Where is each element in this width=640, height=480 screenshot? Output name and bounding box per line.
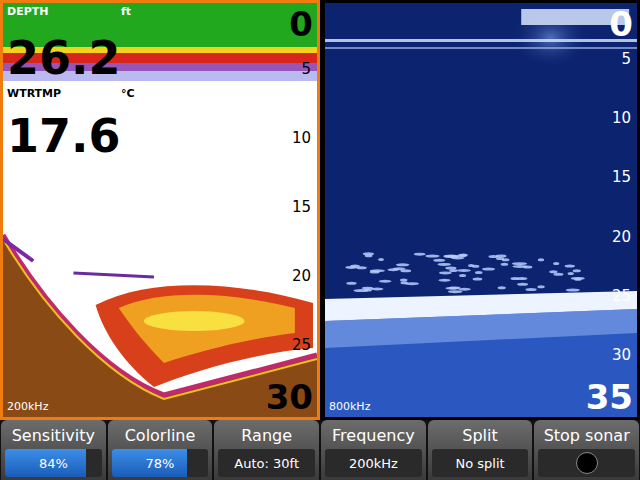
softkey-value: 84%: [39, 456, 68, 471]
sonar-panel-200khz[interactable]: DEPTH ft 26.2 WTRTMP °C 17.6 0 30 5 10 15 20 25 200kH…: [0, 0, 320, 420]
depth-scale-label: 5: [621, 52, 631, 67]
sonar-panel-800khz[interactable]: 0 35 5 10 15 20 25 30 800kHz: [322, 0, 640, 420]
softkey-button[interactable]: Sensitivity 84%: [1, 420, 106, 480]
softkey-button[interactable]: Colorline 78%: [108, 420, 213, 480]
temp-unit: °C: [121, 88, 135, 99]
softkey-button[interactable]: Range Auto: 30ft: [214, 420, 319, 480]
depth-scale-label: 30: [612, 348, 631, 363]
depth-scale-label: 15: [292, 200, 311, 215]
depth-scale-label: 10: [612, 111, 631, 126]
depth-scale-label: 15: [612, 170, 631, 185]
softkey-value: 78%: [146, 456, 175, 471]
sonar-image: [325, 3, 637, 417]
sonar-screen: DEPTH ft 26.2 WTRTMP °C 17.6 0 30 5 10 15 20 25 200kH…: [0, 0, 640, 480]
frequency-label: 200kHz: [7, 401, 48, 412]
softkey-button[interactable]: Frequency 200kHz: [321, 420, 426, 480]
softkey-slider[interactable]: 78%: [112, 449, 209, 477]
softkey-label: Split: [432, 424, 529, 449]
temp-value: 17.6: [7, 113, 121, 159]
temp-label: WTRTMP: [7, 88, 61, 99]
depth-scale-label: 5: [301, 62, 311, 77]
softkey-toggle-box: [538, 449, 635, 477]
range-top: 0: [609, 7, 633, 41]
depth-scale-label: 20: [612, 230, 631, 245]
depth-scale-label: 20: [292, 269, 311, 284]
softkey-button[interactable]: Stop sonar: [534, 420, 639, 480]
softkey-bar: Sensitivity 84% Colorline 78% Range Auto: 30f…: [0, 420, 640, 480]
range-top: 0: [289, 7, 313, 41]
softkey-value: Auto: 30ft: [234, 456, 299, 471]
softkey-label: Frequency: [325, 424, 422, 449]
softkey-value-box: Auto: 30ft: [218, 449, 315, 477]
sonar-views: DEPTH ft 26.2 WTRTMP °C 17.6 0 30 5 10 15 20 25 200kH…: [0, 0, 640, 420]
depth-unit: ft: [121, 6, 131, 17]
softkey-label: Colorline: [112, 424, 209, 449]
frequency-label: 800kHz: [329, 401, 370, 412]
depth-value: 26.2: [7, 35, 121, 81]
range-bottom: 30: [266, 380, 313, 414]
toggle-indicator-icon: [576, 452, 598, 474]
softkey-value-box: No split: [432, 449, 529, 477]
softkey-value: 200kHz: [349, 456, 398, 471]
softkey-label: Stop sonar: [538, 424, 635, 449]
range-bottom: 35: [586, 380, 633, 414]
softkey-value: No split: [455, 456, 504, 471]
depth-scale-label: 10: [292, 131, 311, 146]
softkey-label: Range: [218, 424, 315, 449]
softkey-label: Sensitivity: [5, 424, 102, 449]
depth-label: DEPTH: [7, 6, 48, 17]
softkey-button[interactable]: Split No split: [428, 420, 533, 480]
depth-scale-label: 25: [292, 338, 311, 353]
softkey-value-box: 200kHz: [325, 449, 422, 477]
softkey-slider[interactable]: 84%: [5, 449, 102, 477]
depth-scale-label: 25: [612, 289, 631, 304]
